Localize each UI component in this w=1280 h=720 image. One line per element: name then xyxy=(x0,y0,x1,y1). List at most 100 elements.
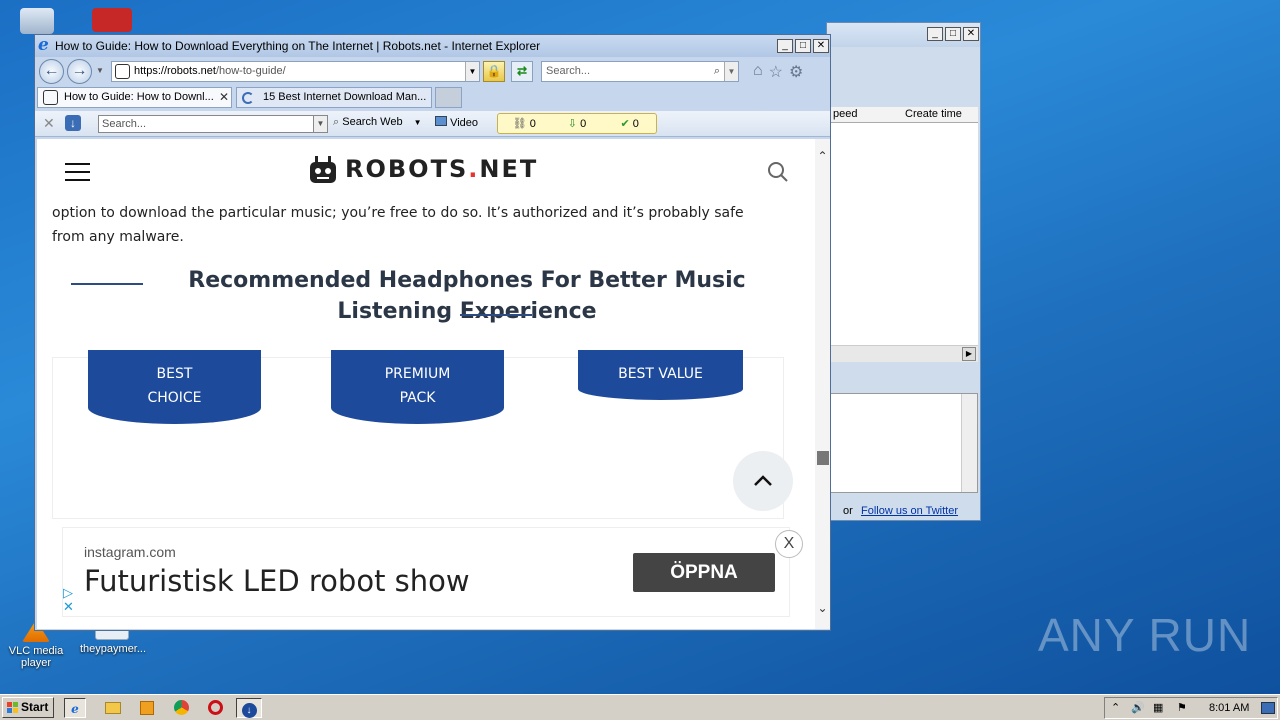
home-icon[interactable]: ⌂ xyxy=(753,62,763,82)
toolbar-search-dropdown-icon[interactable]: ▼ xyxy=(313,116,327,132)
start-button[interactable]: Start xyxy=(2,697,54,718)
search-magnifier-icon[interactable]: ⌕ xyxy=(714,62,720,81)
windows-flag-icon xyxy=(7,702,18,713)
action-center-flag-icon[interactable]: ⚑ xyxy=(1177,701,1187,714)
internet-explorer-window[interactable]: e How to Guide: How to Download Everythi… xyxy=(34,34,831,631)
desktop-app-icon[interactable] xyxy=(92,8,132,32)
scroll-right-arrow[interactable]: ▶ xyxy=(962,347,976,361)
history-dropdown-icon[interactable]: ▼ xyxy=(96,66,104,75)
page-vertical-scrollbar[interactable]: ⌃ ⌄ xyxy=(815,139,830,629)
desktop-icon-label: theypaymer... xyxy=(80,643,147,655)
ad-open-button[interactable]: ÖPPNA xyxy=(633,553,775,592)
video-label: Video xyxy=(450,117,478,129)
favorites-star-icon[interactable]: ☆ xyxy=(769,62,783,82)
taskbar-opera-icon[interactable] xyxy=(204,698,226,718)
download-list[interactable] xyxy=(829,123,978,345)
address-field[interactable]: https://robots.net/how-to-guide/ ▼ xyxy=(111,61,480,82)
tab-best-download-managers[interactable]: 15 Best Internet Download Man... xyxy=(236,87,432,108)
download-arrow-icon: ⇩ xyxy=(567,118,581,130)
maximize-button[interactable]: □ xyxy=(945,27,961,41)
page-viewport[interactable]: ROBOTS.NET option to download the partic… xyxy=(37,139,818,629)
close-tab-icon[interactable]: ✕ xyxy=(219,90,229,104)
tray-expand-icon[interactable]: ⌃ xyxy=(1111,701,1120,714)
video-icon xyxy=(435,116,447,126)
follow-twitter-link[interactable]: Follow us on Twitter xyxy=(861,505,958,517)
brand-name: ROBOTS.NET xyxy=(345,155,538,183)
or-text: or xyxy=(843,505,853,517)
network-icon[interactable]: ▦ xyxy=(1153,701,1163,714)
volume-icon[interactable]: 🔊 xyxy=(1131,701,1145,714)
lock-icon[interactable]: 🔒 xyxy=(483,61,505,82)
counter-downloads-value: 0 xyxy=(580,118,587,130)
system-tray: ⌃ 🔊 ▦ ⚑ 8:01 AM xyxy=(1104,697,1278,719)
counter-downloads: ⇩ 0 xyxy=(551,117,604,130)
vertical-scrollbar[interactable] xyxy=(961,394,977,492)
scroll-down-arrow[interactable]: ⌄ xyxy=(815,601,830,617)
hamburger-menu-icon[interactable] xyxy=(65,163,90,187)
badge-line-1: PREMIUM xyxy=(384,366,451,382)
taskbar-media-player-icon[interactable] xyxy=(136,698,158,718)
taskbar-chrome-icon[interactable] xyxy=(170,698,192,718)
recycle-bin-icon[interactable] xyxy=(20,8,54,34)
download-icon[interactable]: ↓ xyxy=(65,115,89,133)
adchoices-icon[interactable]: ▷ ✕ xyxy=(63,586,74,614)
badge-line-1: BEST xyxy=(156,366,193,382)
taskbar: Start e ↓ ⌃ 🔊 ▦ ⚑ 8:01 AM xyxy=(0,694,1280,720)
taskbar-explorer-icon[interactable] xyxy=(102,698,124,718)
gear-icon[interactable]: ⚙ xyxy=(789,62,803,82)
watermark-text: ANY RUN xyxy=(1038,609,1252,661)
back-button[interactable]: ← xyxy=(39,59,64,84)
maximize-button[interactable]: □ xyxy=(795,39,811,53)
details-pane[interactable] xyxy=(829,393,978,493)
forward-button[interactable]: → xyxy=(67,59,92,84)
new-tab-button[interactable] xyxy=(435,87,462,108)
close-button[interactable]: ✕ xyxy=(813,39,829,53)
column-header-speed[interactable]: peed xyxy=(833,108,857,120)
badge-line-2: CHOICE xyxy=(147,390,202,406)
scrollbar-thumb[interactable] xyxy=(817,451,829,465)
counter-complete: ✔ 0 xyxy=(603,117,656,130)
desktop-icon-label: VLC media player xyxy=(8,645,64,669)
badge-best-choice[interactable]: BEST CHOICE xyxy=(88,350,261,424)
section-heading: Recommended Headphones For Better Music … xyxy=(188,268,746,324)
minimize-button[interactable]: _ xyxy=(777,39,793,53)
clock[interactable]: 8:01 AM xyxy=(1209,702,1249,714)
address-dropdown-icon[interactable]: ▼ xyxy=(465,62,479,81)
search-icon[interactable] xyxy=(767,161,789,183)
search-web-dropdown-icon[interactable]: ▼ xyxy=(414,118,422,127)
scroll-to-top-button[interactable] xyxy=(733,451,793,511)
badge-premium-pack[interactable]: PREMIUM PACK xyxy=(331,350,504,424)
url-path: /how-to-guide/ xyxy=(215,65,286,77)
background-window[interactable]: _ □ ✕ peed Create time ▶ or Follow us on… xyxy=(826,22,981,521)
ie-titlebar[interactable]: e How to Guide: How to Download Everythi… xyxy=(35,35,830,57)
taskbar-download-manager-icon[interactable]: ↓ xyxy=(236,698,262,718)
search-box[interactable]: Search... ⌕ ▼ xyxy=(541,61,739,82)
column-header-create-time[interactable]: Create time xyxy=(905,108,962,120)
video-button[interactable]: Video xyxy=(435,116,478,129)
scroll-up-arrow[interactable]: ⌃ xyxy=(815,149,830,165)
tab-label: 15 Best Internet Download Man... xyxy=(263,91,427,103)
robots-net-logo[interactable]: ROBOTS.NET xyxy=(307,151,538,187)
search-dropdown-icon[interactable]: ▼ xyxy=(724,62,738,81)
search-web-button[interactable]: ⌕ Search Web ▼ xyxy=(333,116,422,129)
refresh-icon[interactable]: ⇄ xyxy=(511,61,533,82)
ad-close-button[interactable]: X xyxy=(775,530,803,558)
robots-favicon-icon xyxy=(43,90,58,105)
counter-panel[interactable]: ⛓ 0 ⇩ 0 ✔ 0 xyxy=(497,113,657,134)
minimize-button[interactable]: _ xyxy=(927,27,943,41)
robot-logo-icon xyxy=(310,156,336,183)
badge-line-1: BEST VALUE xyxy=(618,366,703,382)
close-button[interactable]: ✕ xyxy=(963,27,979,41)
background-window-titlebar[interactable]: _ □ ✕ xyxy=(827,23,980,47)
taskbar-ie-icon[interactable]: e xyxy=(64,698,86,718)
show-desktop-icon[interactable] xyxy=(1261,702,1275,714)
ad-title[interactable]: Futuristisk LED robot show xyxy=(84,564,470,598)
search-web-icon: ⌕ xyxy=(333,116,340,128)
badge-line-2: PACK xyxy=(399,390,436,406)
close-toolbar-icon[interactable]: ✕ xyxy=(43,115,55,132)
toolbar-search-input[interactable]: Search... ▼ xyxy=(98,115,328,133)
badge-best-value[interactable]: BEST VALUE xyxy=(578,350,743,400)
horizontal-scrollbar[interactable]: ▶ xyxy=(829,345,978,362)
tab-how-to-guide[interactable]: How to Guide: How to Downl... xyxy=(37,87,232,108)
advertisement-banner[interactable]: instagram.com Futuristisk LED robot show… xyxy=(62,527,803,617)
